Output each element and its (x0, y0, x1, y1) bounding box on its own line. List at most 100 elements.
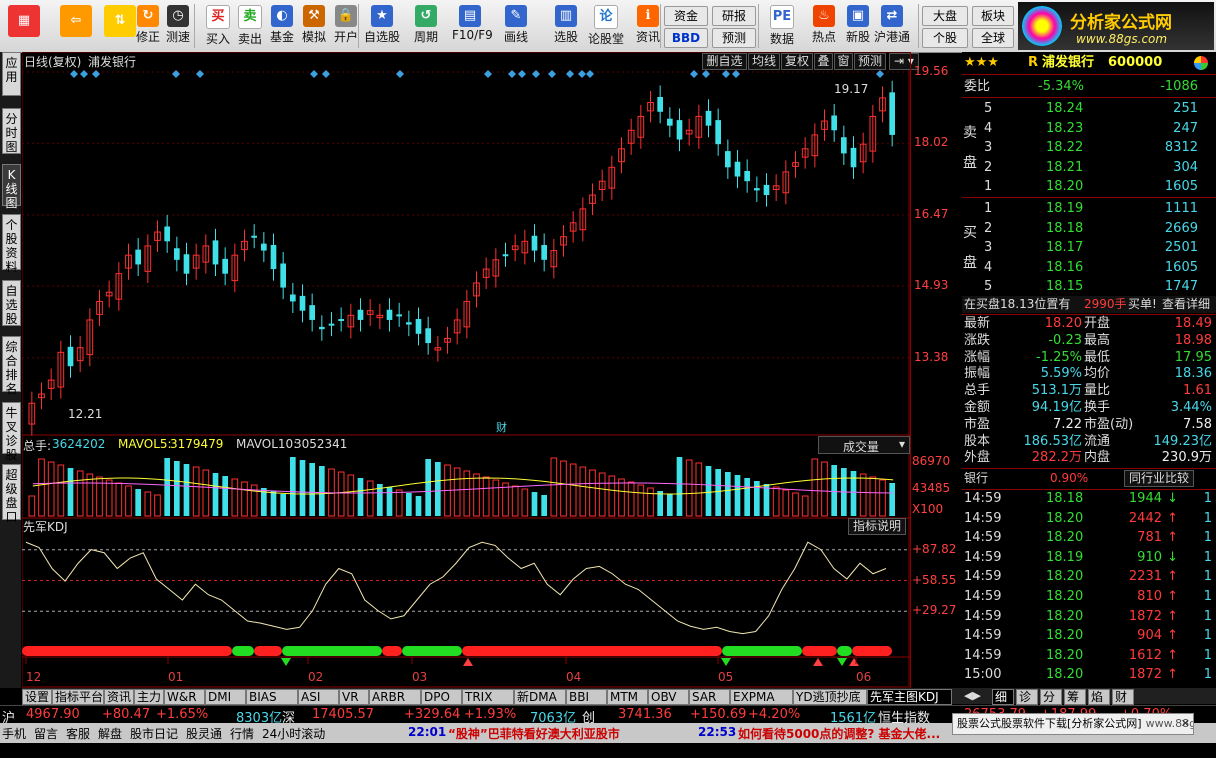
toolbar-yanbao-button[interactable]: 研报 (712, 6, 756, 26)
signal-diamond-icon[interactable] (722, 70, 730, 78)
indicator-tab-1[interactable]: 指标平台 (52, 689, 104, 705)
candle-body[interactable] (850, 147, 857, 168)
quote-tab-5[interactable]: 财 (1112, 689, 1134, 705)
candle-body[interactable] (338, 319, 344, 322)
candle-body[interactable] (725, 151, 731, 168)
signal-diamond-icon[interactable] (586, 70, 594, 78)
notice-detail-link[interactable]: 查看详细 (1162, 296, 1210, 313)
indicator-tab-11[interactable]: TRIX (462, 689, 514, 705)
tb-forum-button[interactable]: 论论股堂 (588, 2, 624, 50)
quote-tab-0[interactable]: 细 (992, 689, 1014, 705)
indicator-tab-18[interactable]: YD逃顶抄底 (793, 689, 867, 705)
candle-body[interactable] (705, 110, 712, 126)
signal-diamond-icon[interactable] (508, 70, 516, 78)
scroll-left-icon[interactable]: ◀▶ (964, 689, 981, 702)
indicator-tab-13[interactable]: BBI (566, 689, 607, 705)
indicator-tab-15[interactable]: OBV (648, 689, 689, 705)
signal-diamond-icon[interactable] (322, 70, 330, 78)
signal-diamond-icon[interactable] (484, 70, 492, 78)
chart-period-label[interactable]: 日线(复权) (24, 53, 81, 70)
left-tab-0[interactable]: 应用 (2, 52, 21, 96)
status-item-5[interactable]: 股灵通 (186, 725, 222, 742)
buy-level-5[interactable]: 5 18.15 1747 (962, 278, 1216, 295)
news1-link[interactable]: “股神”巴菲特看好澳大利亚股市 (448, 725, 620, 742)
left-tab-2[interactable]: K线图 (2, 164, 21, 210)
sell-signal-arrow-icon[interactable] (281, 658, 291, 666)
tb-test-button[interactable]: ◷ 测速 (160, 2, 196, 50)
candle-body[interactable] (425, 328, 431, 344)
tb-new-button[interactable]: ▣ 新股 (840, 2, 876, 50)
quote-tab-2[interactable]: 分 (1040, 689, 1062, 705)
chart-btn-4[interactable]: 窗 (834, 53, 853, 70)
candle-body[interactable] (270, 245, 277, 270)
indicator-tab-19[interactable]: 先军主图KDJ (867, 689, 952, 705)
candle-body[interactable] (67, 346, 74, 367)
candle-body[interactable] (744, 170, 750, 182)
tb-fund-button[interactable]: ◐ 基金 (264, 2, 300, 50)
signal-diamond-icon[interactable] (876, 70, 884, 78)
status-item-1[interactable]: 留言 (34, 725, 58, 742)
tb-sim-button[interactable]: ⚒ 模拟 (296, 2, 332, 50)
tick-row[interactable]: 14:59 18.19 910 ↓ 1 (962, 549, 1216, 566)
toolbar-dapan-button[interactable]: 大盘 (922, 6, 968, 26)
buy-level-2[interactable]: 2 18.18 2669 (962, 220, 1216, 237)
big-order-notice[interactable]: 在买盘18.13位置有 2990手 买单! 查看详细 (962, 296, 1216, 313)
download-ad-banner[interactable]: 股票公式股票软件下载[分析家公式网]www.88gs.com✕ (952, 713, 1194, 735)
left-tab-4[interactable]: 自选股 (2, 280, 21, 326)
tick-row[interactable]: 14:59 18.20 904 ↑ 1 (962, 627, 1216, 644)
candle-body[interactable] (135, 249, 141, 265)
quote-tab-1[interactable]: 诊 (1016, 689, 1038, 705)
candle-body[interactable] (541, 245, 547, 260)
news2-link[interactable]: 如何看待5000点的调整? 基金大佬... (738, 725, 940, 742)
tick-row[interactable]: 14:59 18.20 2231 ↑ 1 (962, 568, 1216, 585)
chart-btn-5[interactable]: 预测 (854, 53, 886, 70)
buy-level-3[interactable]: 3 18.17 2501 (962, 239, 1216, 256)
signal-diamond-icon[interactable] (532, 70, 540, 78)
signal-diamond-icon[interactable] (548, 70, 556, 78)
candle-body[interactable] (841, 137, 847, 154)
buy-signal-arrow-icon[interactable] (463, 658, 473, 666)
tb-select-button[interactable]: ▥ 选股 (548, 2, 584, 50)
signal-diamond-icon[interactable] (732, 70, 740, 78)
chart-btn-1[interactable]: 均线 (748, 53, 780, 70)
candle-body[interactable] (831, 115, 837, 131)
indicator-tab-6[interactable]: BIAS (246, 689, 298, 705)
industry-compare-button[interactable]: 同行业比较 (1124, 470, 1195, 487)
tick-row[interactable]: 14:59 18.20 810 ↑ 1 (962, 588, 1216, 605)
left-tab-6[interactable]: 牛叉诊股 (2, 402, 21, 462)
tick-row[interactable]: 15:00 18.20 1872 ↑ 1 (962, 666, 1216, 683)
status-item-0[interactable]: 手机 (2, 725, 26, 742)
buy-signal-arrow-icon[interactable] (849, 658, 859, 666)
quote-tab-4[interactable]: 焰 (1088, 689, 1110, 705)
status-item-3[interactable]: 解盘 (98, 725, 122, 742)
sell-level-3[interactable]: 3 18.22 8312 (962, 139, 1216, 156)
candle-body[interactable] (502, 254, 509, 257)
candle-body[interactable] (212, 240, 219, 265)
buy-level-4[interactable]: 4 18.16 1605 (962, 259, 1216, 276)
indicator-tab-14[interactable]: MTM (607, 689, 648, 705)
tick-row[interactable]: 14:59 18.20 2442 ↑ 1 (962, 510, 1216, 527)
signal-diamond-icon[interactable] (396, 70, 404, 78)
tick-row[interactable]: 14:59 18.20 1872 ↑ 1 (962, 608, 1216, 625)
signal-diamond-icon[interactable] (566, 70, 574, 78)
candle-body[interactable] (763, 184, 770, 196)
kline-chart-svg[interactable] (22, 52, 910, 688)
signal-diamond-icon[interactable] (690, 70, 698, 78)
sell-level-5[interactable]: 5 18.24 251 (962, 100, 1216, 117)
signal-diamond-icon[interactable] (518, 70, 526, 78)
tb-hot-button[interactable]: ♨ 热点 (806, 2, 842, 50)
indicator-tab-4[interactable]: W&R (164, 689, 205, 705)
left-tab-3[interactable]: 个股资料 (2, 214, 21, 274)
toolbar-bbd-button[interactable]: BBD (664, 28, 708, 48)
indicator-help-button[interactable]: 指标说明 (848, 518, 906, 535)
candle-body[interactable] (319, 326, 325, 330)
tb-menu-button[interactable]: ▦ (4, 2, 44, 50)
tb-watch-button[interactable]: ★ 自选股 (364, 2, 400, 50)
signal-diamond-icon[interactable] (172, 70, 180, 78)
candle-body[interactable] (222, 258, 228, 274)
candle-body[interactable] (280, 263, 286, 288)
tick-row[interactable]: 14:59 18.18 1944 ↓ 1 (962, 490, 1216, 507)
left-tab-1[interactable]: 分时图 (2, 108, 21, 154)
candle-body[interactable] (299, 295, 306, 311)
toolbar-yuce-button[interactable]: 预测 (712, 28, 756, 48)
